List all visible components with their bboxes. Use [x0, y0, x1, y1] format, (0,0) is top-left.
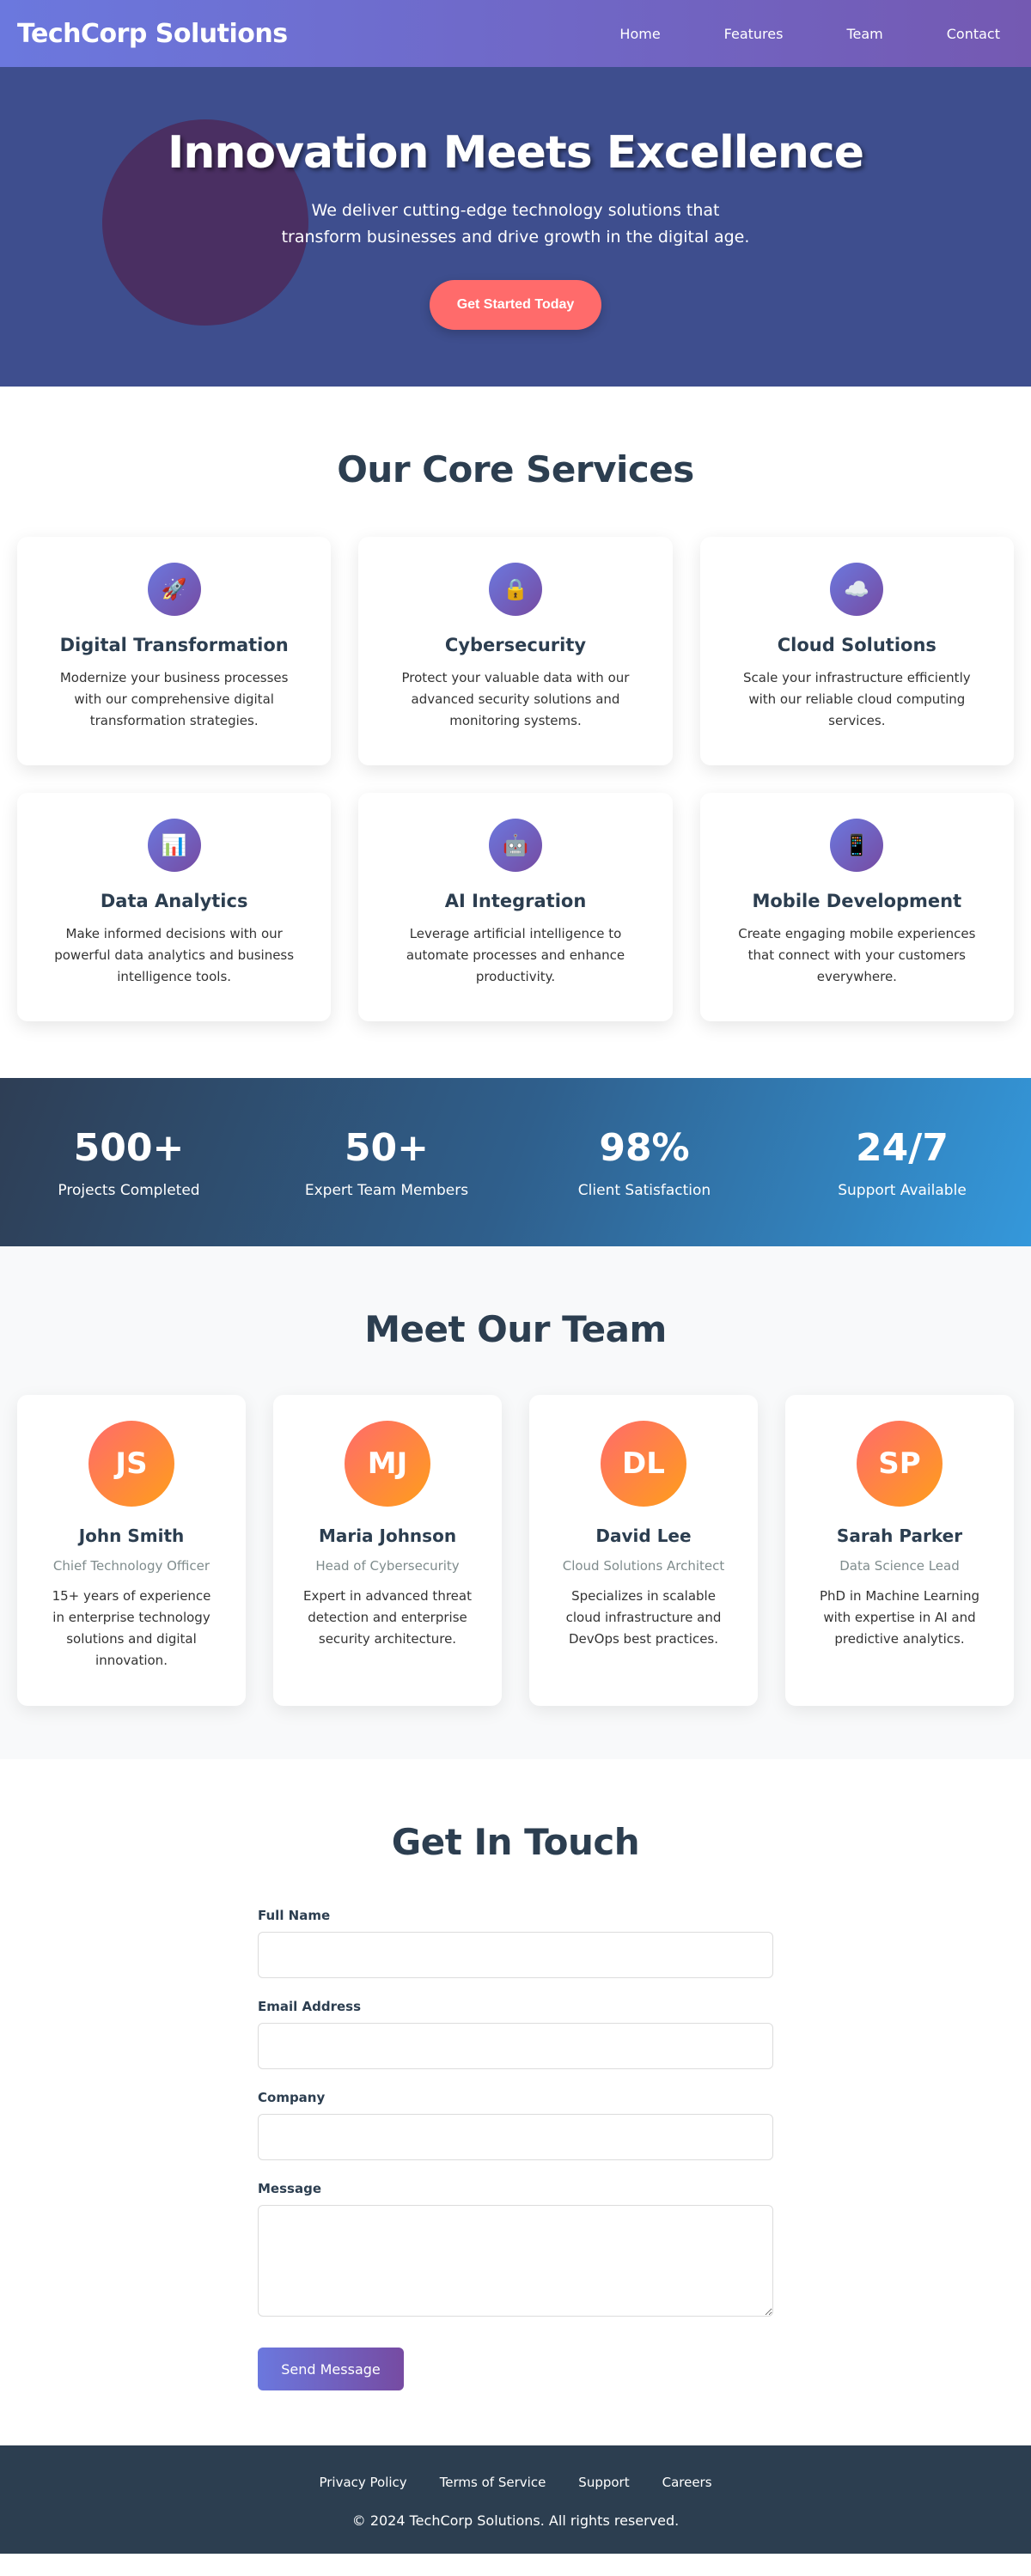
email-label: Email Address: [258, 1999, 362, 2014]
member-name: David Lee: [595, 1526, 692, 1546]
service-name: Data Analytics: [100, 891, 248, 911]
stat-value: 50+: [344, 1125, 430, 1170]
avatar: MJ: [345, 1421, 430, 1507]
nav-link-home[interactable]: Home: [619, 26, 660, 42]
services-section: Our Core Services 🚀 Digital Transformati…: [0, 387, 1031, 1078]
service-card-cloud-solutions: ☁️ Cloud Solutions Scale your infrastruc…: [699, 537, 1014, 765]
service-card-data-analytics: 📊 Data Analytics Make informed decisions…: [17, 793, 332, 1021]
navbar: TechCorp Solutions Home Features Team Co…: [0, 0, 1031, 67]
copyright-text: © 2024 TechCorp Solutions. All rights re…: [351, 2512, 680, 2529]
field-message: Message: [258, 2181, 773, 2320]
footer-link-privacy[interactable]: Privacy Policy: [319, 2475, 406, 2490]
hero-title: Innovation Meets Excellence: [167, 127, 864, 179]
service-description: Make informed decisions with our powerfu…: [54, 926, 295, 984]
message-label: Message: [258, 2181, 321, 2196]
team-card-maria-johnson: MJ Maria Johnson Head of Cybersecurity E…: [273, 1395, 502, 1706]
team-title: Meet Our Team: [364, 1308, 667, 1350]
cloud-icon: ☁️: [830, 563, 884, 616]
message-textarea[interactable]: [258, 2205, 773, 2317]
services-grid: 🚀 Digital Transformation Modernize your …: [17, 537, 1014, 1021]
stat-label: Client Satisfaction: [577, 1181, 711, 1199]
mobile-icon: 📱: [830, 819, 884, 872]
avatar: DL: [601, 1421, 686, 1507]
avatar: SP: [857, 1421, 943, 1507]
service-name: Cloud Solutions: [777, 635, 936, 655]
full-name-label: Full Name: [258, 1908, 331, 1923]
footer-link-support[interactable]: Support: [578, 2475, 629, 2490]
contact-title: Get In Touch: [391, 1821, 640, 1863]
field-full-name: Full Name: [258, 1908, 773, 1978]
member-role: Chief Technology Officer: [52, 1558, 210, 1574]
member-bio: 15+ years of experience in enterprise te…: [52, 1588, 211, 1668]
footer-link-terms[interactable]: Terms of Service: [440, 2475, 546, 2490]
member-name: Sarah Parker: [836, 1526, 963, 1546]
member-bio: Expert in advanced threat detection and …: [303, 1588, 472, 1647]
service-description: Modernize your business processes with o…: [59, 670, 289, 728]
hero-subtitle: We deliver cutting-edge technology solut…: [281, 201, 750, 247]
service-name: AI Integration: [444, 891, 587, 911]
company-input[interactable]: [258, 2114, 773, 2160]
stat-label: Expert Team Members: [304, 1181, 469, 1199]
footer-link-careers[interactable]: Careers: [662, 2475, 712, 2490]
member-role: Data Science Lead: [839, 1558, 960, 1574]
nav-link-contact[interactable]: Contact: [947, 26, 1000, 42]
stat-value: 24/7: [856, 1125, 949, 1170]
chart-icon: 📊: [147, 819, 201, 872]
service-description: Protect your valuable data with our adva…: [401, 670, 630, 728]
lock-icon: 🔒: [488, 563, 542, 616]
member-role: Cloud Solutions Architect: [562, 1558, 725, 1574]
footer: Privacy Policy Terms of Service Support …: [0, 2445, 1031, 2554]
stat-label: Projects Completed: [58, 1181, 200, 1199]
brand-logo[interactable]: TechCorp Solutions: [17, 19, 288, 49]
stat-support: 24/7 Support Available: [773, 1126, 1031, 1199]
service-name: Digital Transformation: [59, 635, 289, 655]
team-card-david-lee: DL David Lee Cloud Solutions Architect S…: [529, 1395, 758, 1706]
hero-content: Innovation Meets Excellence We deliver c…: [0, 67, 1031, 330]
field-email: Email Address: [258, 1999, 773, 2069]
stats-section: 500+ Projects Completed 50+ Expert Team …: [0, 1078, 1031, 1246]
member-name: Maria Johnson: [318, 1526, 457, 1546]
rocket-icon: 🚀: [147, 563, 201, 616]
stat-satisfaction: 98% Client Satisfaction: [516, 1126, 773, 1199]
avatar: JS: [88, 1421, 174, 1507]
robot-icon: 🤖: [488, 819, 542, 872]
field-company: Company: [258, 2090, 773, 2160]
team-section: Meet Our Team JS John Smith Chief Techno…: [0, 1246, 1031, 1759]
service-description: Scale your infrastructure efficiently wi…: [743, 670, 971, 728]
member-bio: Specializes in scalable cloud infrastruc…: [565, 1588, 722, 1647]
stat-projects: 500+ Projects Completed: [0, 1126, 258, 1199]
service-card-ai-integration: 🤖 AI Integration Leverage artificial int…: [358, 793, 673, 1021]
service-description: Create engaging mobile experiences that …: [738, 926, 976, 984]
nav-links: Home Features Team Contact: [556, 26, 1014, 42]
service-card-digital-transformation: 🚀 Digital Transformation Modernize your …: [17, 537, 332, 765]
service-card-cybersecurity: 🔒 Cybersecurity Protect your valuable da…: [358, 537, 673, 765]
service-card-mobile-development: 📱 Mobile Development Create engaging mob…: [699, 793, 1014, 1021]
nav-link-features[interactable]: Features: [724, 26, 784, 42]
stat-label: Support Available: [838, 1181, 967, 1199]
nav-link-team[interactable]: Team: [846, 26, 882, 42]
stat-value: 98%: [599, 1125, 690, 1170]
service-name: Cybersecurity: [444, 635, 587, 655]
contact-section: Get In Touch Full Name Email Address Com…: [0, 1759, 1031, 2445]
stat-value: 500+: [73, 1125, 185, 1170]
team-card-sarah-parker: SP Sarah Parker Data Science Lead PhD in…: [785, 1395, 1014, 1706]
member-name: John Smith: [78, 1526, 185, 1546]
service-name: Mobile Development: [752, 891, 962, 911]
company-label: Company: [258, 2090, 326, 2105]
team-card-john-smith: JS John Smith Chief Technology Officer 1…: [17, 1395, 246, 1706]
send-message-button[interactable]: Send Message: [258, 2348, 404, 2390]
footer-links: Privacy Policy Terms of Service Support …: [0, 2475, 1031, 2490]
member-bio: PhD in Machine Learning with expertise i…: [820, 1588, 979, 1647]
get-started-button[interactable]: Get Started Today: [429, 280, 602, 330]
contact-form: Full Name Email Address Company Message …: [258, 1908, 773, 2390]
member-role: Head of Cybersecurity: [315, 1558, 460, 1574]
service-description: Leverage artificial intelligence to auto…: [406, 926, 625, 984]
hero-section: Innovation Meets Excellence We deliver c…: [0, 67, 1031, 387]
team-grid: JS John Smith Chief Technology Officer 1…: [17, 1395, 1014, 1706]
services-title: Our Core Services: [337, 448, 694, 490]
stat-team-members: 50+ Expert Team Members: [258, 1126, 516, 1199]
full-name-input[interactable]: [258, 1932, 773, 1978]
email-input[interactable]: [258, 2023, 773, 2069]
